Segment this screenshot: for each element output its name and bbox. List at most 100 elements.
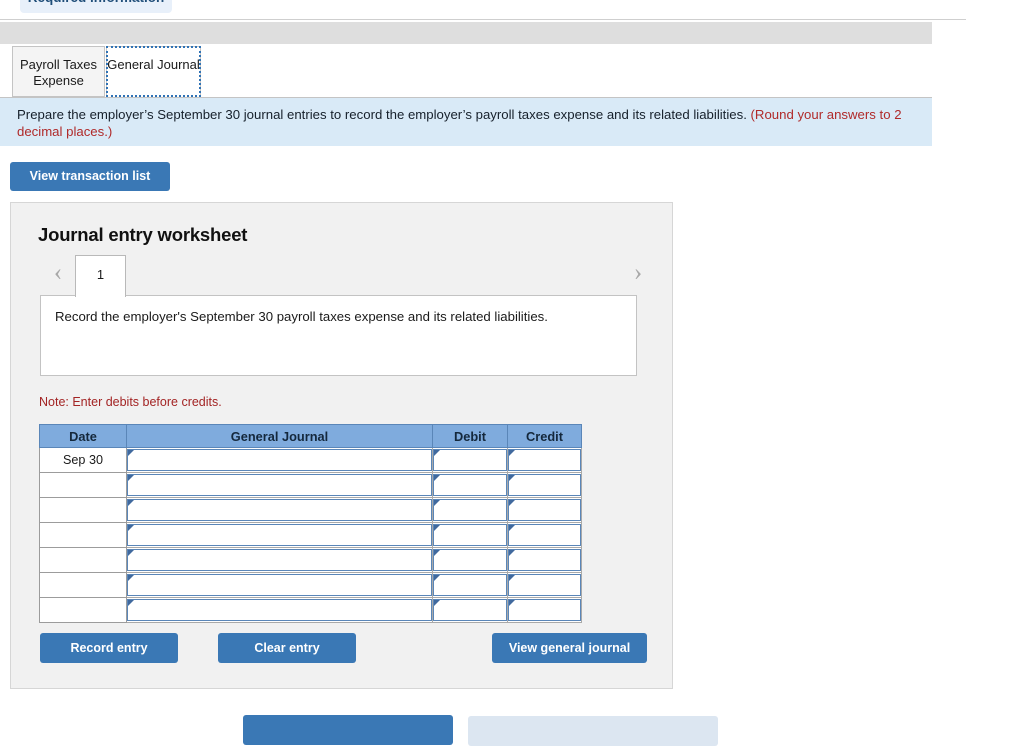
column-header-debit: Debit (432, 424, 508, 448)
credit-input[interactable] (508, 499, 581, 521)
dropdown-marker-icon (434, 500, 440, 506)
dropdown-marker-icon (509, 600, 515, 606)
general-journal-cell[interactable] (126, 472, 433, 498)
date-cell[interactable] (39, 472, 127, 498)
table-row: Sep 30 (39, 447, 582, 473)
credit-cell[interactable] (507, 497, 582, 523)
dropdown-marker-icon (434, 575, 440, 581)
view-general-journal-button[interactable]: View general journal (492, 633, 647, 663)
credit-cell[interactable] (507, 597, 582, 623)
credit-input[interactable] (508, 574, 581, 596)
credit-cell[interactable] (507, 447, 582, 473)
journal-entry-table: Date General Journal Debit Credit Sep 30 (39, 424, 582, 623)
table-header-row: Date General Journal Debit Credit (39, 424, 582, 448)
tab-general-journal[interactable]: General Journal (106, 46, 201, 97)
debit-cell[interactable] (432, 447, 508, 473)
tab-general-journal-label: General Journal (107, 57, 200, 72)
general-journal-cell[interactable] (126, 497, 433, 523)
general-journal-input[interactable] (127, 599, 432, 621)
column-header-general-journal: General Journal (126, 424, 433, 448)
footer-primary-button[interactable] (243, 715, 453, 745)
general-journal-cell[interactable] (126, 597, 433, 623)
debit-input[interactable] (433, 524, 507, 546)
entry-description-text: Record the employer's September 30 payro… (55, 309, 548, 324)
credit-input[interactable] (508, 449, 581, 471)
date-cell[interactable] (39, 547, 127, 573)
dropdown-marker-icon (128, 475, 134, 481)
tab-payroll-taxes-expense-label: Payroll Taxes Expense (19, 57, 98, 88)
general-journal-input[interactable] (127, 524, 432, 546)
dropdown-marker-icon (434, 525, 440, 531)
general-journal-cell[interactable] (126, 547, 433, 573)
record-entry-button[interactable]: Record entry (40, 633, 178, 663)
debit-input[interactable] (433, 474, 507, 496)
required-information-pill: Required information (20, 0, 172, 13)
date-cell[interactable]: Sep 30 (39, 447, 127, 473)
chevron-right-icon[interactable]: › (627, 259, 649, 287)
credit-input[interactable] (508, 524, 581, 546)
credit-input[interactable] (508, 549, 581, 571)
tab-payroll-taxes-expense[interactable]: Payroll Taxes Expense (12, 46, 105, 97)
dropdown-marker-icon (128, 575, 134, 581)
dropdown-marker-icon (509, 550, 515, 556)
table-row (39, 572, 582, 598)
dropdown-marker-icon (509, 500, 515, 506)
required-information-label: Required information (28, 0, 165, 5)
chevron-left-icon[interactable]: ‹ (47, 259, 69, 287)
debit-input[interactable] (433, 499, 507, 521)
dropdown-marker-icon (509, 575, 515, 581)
general-journal-input[interactable] (127, 574, 432, 596)
credit-cell[interactable] (507, 547, 582, 573)
debit-cell[interactable] (432, 472, 508, 498)
credit-cell[interactable] (507, 522, 582, 548)
column-header-credit: Credit (507, 424, 582, 448)
top-divider (0, 19, 966, 20)
date-cell[interactable] (39, 522, 127, 548)
general-journal-input[interactable] (127, 549, 432, 571)
entry-description-box: Record the employer's September 30 payro… (40, 295, 637, 376)
general-journal-input[interactable] (127, 499, 432, 521)
table-row (39, 597, 582, 623)
dropdown-marker-icon (434, 550, 440, 556)
debit-cell[interactable] (432, 597, 508, 623)
credit-cell[interactable] (507, 572, 582, 598)
debit-cell[interactable] (432, 522, 508, 548)
journal-entry-worksheet-panel: Journal entry worksheet ‹ 1 › Record the… (10, 202, 673, 689)
debit-input[interactable] (433, 549, 507, 571)
date-cell[interactable] (39, 597, 127, 623)
debit-input[interactable] (433, 449, 507, 471)
dropdown-marker-icon (128, 600, 134, 606)
general-journal-input[interactable] (127, 449, 432, 471)
entry-tab-1[interactable]: 1 (75, 255, 126, 297)
debit-cell[interactable] (432, 497, 508, 523)
dropdown-marker-icon (434, 475, 440, 481)
footer-secondary-button[interactable] (468, 716, 718, 746)
debit-cell[interactable] (432, 547, 508, 573)
debit-cell[interactable] (432, 572, 508, 598)
entry-note: Note: Enter debits before credits. (39, 395, 222, 409)
credit-input[interactable] (508, 599, 581, 621)
dropdown-marker-icon (128, 450, 134, 456)
credit-cell[interactable] (507, 472, 582, 498)
table-row (39, 547, 582, 573)
debit-input[interactable] (433, 574, 507, 596)
debit-input[interactable] (433, 599, 507, 621)
instruction-banner: Prepare the employer’s September 30 jour… (0, 98, 932, 146)
entry-pager: ‹ 1 › (11, 255, 674, 297)
instruction-main: Prepare the employer’s September 30 jour… (17, 107, 751, 122)
clear-entry-button[interactable]: Clear entry (218, 633, 356, 663)
general-journal-cell[interactable] (126, 572, 433, 598)
view-transaction-list-button[interactable]: View transaction list (10, 162, 170, 191)
credit-input[interactable] (508, 474, 581, 496)
dropdown-marker-icon (128, 525, 134, 531)
instruction-text: Prepare the employer’s September 30 jour… (17, 107, 916, 140)
dropdown-marker-icon (509, 525, 515, 531)
section-gray-band (0, 22, 932, 44)
general-journal-cell[interactable] (126, 447, 433, 473)
general-journal-input[interactable] (127, 474, 432, 496)
tab-strip: Payroll Taxes Expense General Journal (0, 46, 932, 98)
date-cell[interactable] (39, 497, 127, 523)
general-journal-cell[interactable] (126, 522, 433, 548)
table-row (39, 472, 582, 498)
date-cell[interactable] (39, 572, 127, 598)
